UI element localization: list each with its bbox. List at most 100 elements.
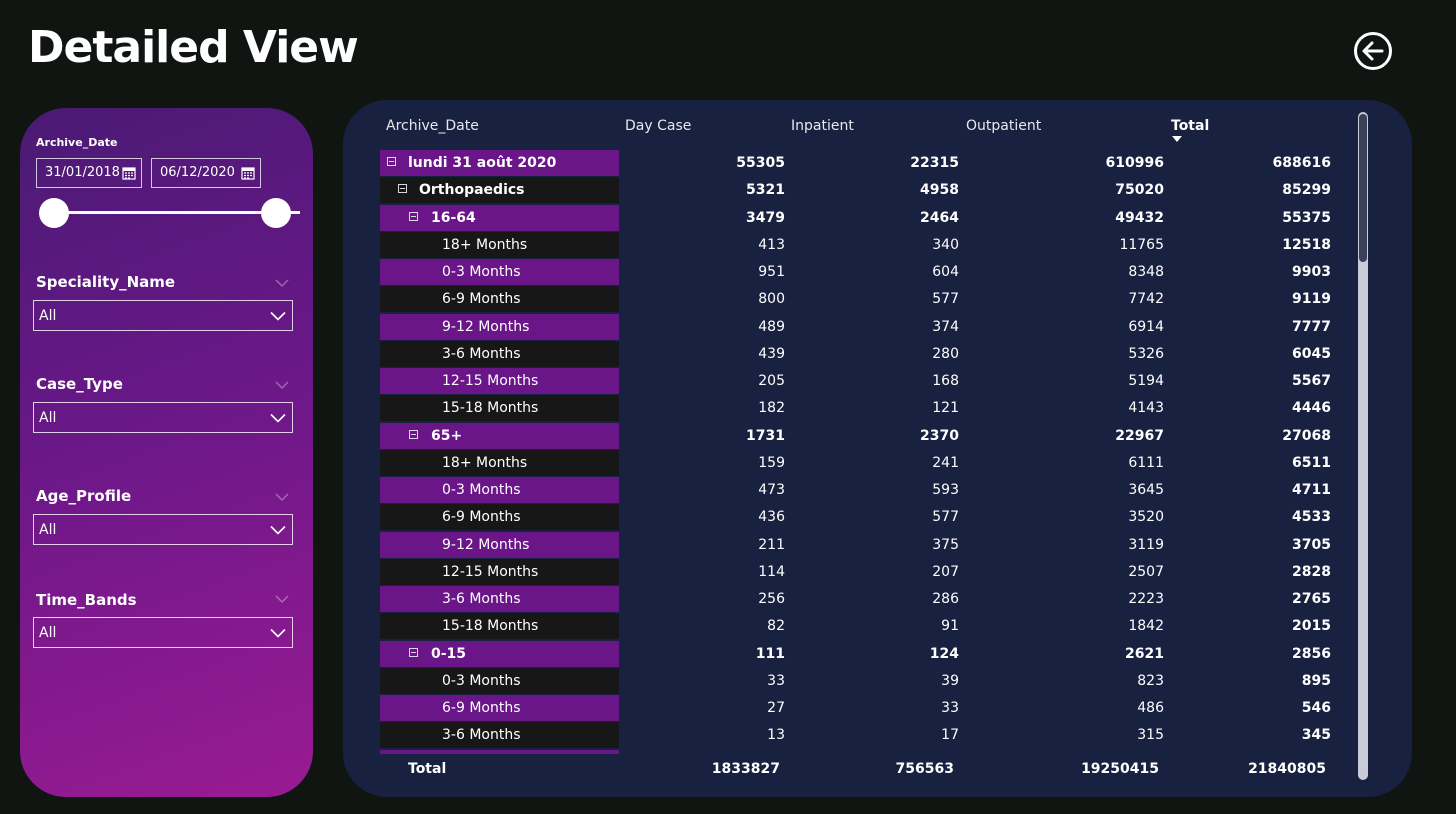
table-row: 6-9 Months 800 577 7742 9119	[380, 286, 1331, 313]
table-row: 3-6 Months 256 286 2223 2765	[380, 586, 1331, 613]
cell-outpatient: 315	[1137, 727, 1164, 744]
table-group-row: 16-64 3479 2464 49432 55375	[380, 204, 1331, 232]
row-label: 0-3 Months	[442, 672, 521, 689]
calendar-icon[interactable]	[241, 166, 255, 180]
table-row: 0-3 Months 951 604 8348 9903	[380, 259, 1331, 286]
cell-inpatient: 33	[941, 700, 959, 716]
cell-day-case: 5321	[746, 182, 785, 199]
cell-total: 688616	[1272, 155, 1331, 171]
row-label-cell: 0-3 Months	[380, 667, 619, 694]
cell-outpatient: 2507	[1128, 563, 1164, 580]
row-label: 0-3 Months	[442, 264, 521, 280]
back-button[interactable]	[1352, 30, 1394, 72]
row-overflow-strip	[380, 750, 619, 754]
date-range-start-handle[interactable]	[39, 198, 69, 228]
column-header-outpatient[interactable]: Outpatient	[966, 118, 1041, 134]
cell-inpatient: 121	[932, 400, 959, 417]
table-row: 18+ Months 159 241 6111 6511	[380, 449, 1331, 477]
chevron-down-icon[interactable]	[275, 594, 289, 604]
row-label-cell: 15-18 Months	[380, 395, 619, 422]
row-label-cell: 18+ Months	[380, 449, 619, 476]
start-date-input[interactable]: 31/01/2018	[36, 158, 142, 188]
cell-outpatient: 22967	[1115, 427, 1164, 444]
cell-inpatient: 604	[932, 264, 959, 280]
cell-day-case: 114	[758, 563, 785, 580]
scrollbar-thumb[interactable]	[1359, 114, 1367, 262]
row-label: 12-15 Months	[442, 373, 539, 389]
filter-panel: Archive_Date 31/01/2018 06/12/2020 Speci…	[20, 108, 313, 797]
age-profile-label: Age_Profile	[36, 487, 132, 505]
page-title: Detailed View	[28, 22, 359, 73]
collapse-minus-icon[interactable]	[398, 184, 407, 194]
case-type-label: Case_Type	[36, 375, 123, 393]
column-header-total[interactable]: Total	[1171, 118, 1209, 134]
row-label-cell: 12-15 Months	[380, 368, 619, 394]
cell-total: 2856	[1292, 645, 1331, 662]
collapse-minus-icon[interactable]	[409, 211, 418, 221]
cell-day-case: 439	[758, 345, 785, 362]
row-label-cell: 9-12 Months	[380, 313, 619, 340]
row-label: 3-6 Months	[442, 727, 521, 744]
speciality-name-dropdown[interactable]: All	[33, 300, 293, 331]
cell-inpatient: 375	[932, 536, 959, 553]
table-row: 12-15 Months 205 168 5194 5567	[380, 368, 1331, 395]
collapse-minus-icon[interactable]	[387, 157, 396, 166]
end-date-input[interactable]: 06/12/2020	[151, 158, 261, 188]
vertical-scrollbar[interactable]	[1358, 112, 1368, 780]
cell-inpatient: 374	[932, 318, 959, 335]
collapse-minus-icon[interactable]	[409, 647, 418, 657]
cell-inpatient: 39	[941, 672, 959, 689]
column-header-inpatient[interactable]: Inpatient	[791, 118, 854, 134]
row-label: 12-15 Months	[442, 563, 539, 580]
archive-date-label: Archive_Date	[36, 136, 118, 149]
cell-outpatient: 75020	[1115, 182, 1164, 199]
cell-day-case: 55305	[736, 155, 785, 171]
table-body: lundi 31 août 2020 55305 22315 610996 688616…	[380, 150, 1331, 750]
cell-day-case: 159	[758, 454, 785, 471]
row-label-cell: 3-6 Months	[380, 586, 619, 612]
collapse-minus-icon[interactable]	[409, 429, 418, 439]
time-bands-dropdown[interactable]: All	[33, 617, 293, 648]
cell-outpatient: 6914	[1128, 318, 1164, 335]
row-label-cell: 15-18 Months	[380, 613, 619, 640]
cell-inpatient: 17	[941, 727, 959, 744]
table-row: 3-6 Months 439 280 5326 6045	[380, 340, 1331, 368]
cell-total: 6511	[1292, 454, 1331, 471]
cell-total: 345	[1301, 727, 1331, 744]
cell-day-case: 800	[758, 291, 785, 308]
chevron-down-icon[interactable]	[275, 380, 289, 390]
row-label: lundi 31 août 2020	[408, 155, 557, 171]
chevron-down-icon[interactable]	[275, 492, 289, 502]
cell-inpatient: 577	[932, 291, 959, 308]
cell-total: 9903	[1292, 264, 1331, 280]
calendar-icon[interactable]	[122, 166, 136, 180]
table-row: 3-6 Months 13 17 315 345	[380, 722, 1331, 749]
cell-outpatient: 3119	[1128, 536, 1164, 553]
chevron-down-icon	[270, 413, 286, 423]
row-label-cell: 6-9 Months	[380, 504, 619, 531]
row-label-cell: lundi 31 août 2020	[380, 150, 619, 176]
cell-total: 85299	[1282, 182, 1331, 199]
cell-total: 546	[1301, 700, 1331, 716]
case-type-dropdown[interactable]: All	[33, 402, 293, 433]
cell-inpatient: 4958	[920, 182, 959, 199]
row-label: 6-9 Months	[442, 509, 521, 526]
column-header-archive-date[interactable]: Archive_Date	[386, 118, 479, 134]
cell-inpatient: 280	[932, 345, 959, 362]
cell-total: 12518	[1282, 236, 1331, 253]
end-date-value: 06/12/2020	[160, 165, 235, 180]
row-label: 9-12 Months	[442, 318, 530, 335]
row-label-cell: 3-6 Months	[380, 722, 619, 749]
table-row: 0-3 Months 473 593 3645 4711	[380, 477, 1331, 504]
cell-inpatient: 168	[932, 373, 959, 389]
cell-outpatient: 610996	[1105, 155, 1164, 171]
row-label-cell: 3-6 Months	[380, 340, 619, 367]
chevron-down-icon[interactable]	[275, 278, 289, 288]
date-range-end-handle[interactable]	[261, 198, 291, 228]
table-group-row: lundi 31 août 2020 55305 22315 610996 688616	[380, 150, 1331, 177]
age-profile-dropdown[interactable]: All	[33, 514, 293, 545]
column-header-day-case[interactable]: Day Case	[625, 118, 691, 134]
cell-outpatient: 49432	[1115, 209, 1164, 226]
cell-total: 27068	[1282, 427, 1331, 444]
cell-total: 3705	[1292, 536, 1331, 553]
